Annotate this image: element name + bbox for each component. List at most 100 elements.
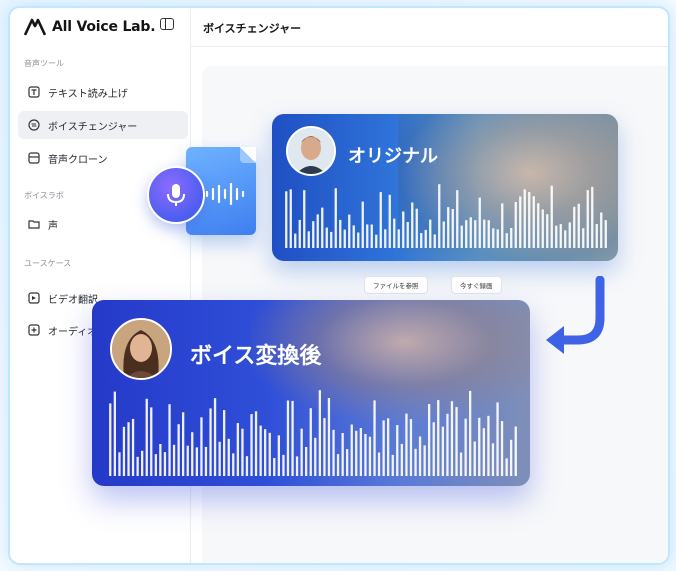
waveform-bar <box>348 214 351 248</box>
waveform-bar <box>474 220 477 248</box>
waveform-bar <box>254 411 258 476</box>
waveform-bar <box>298 219 301 248</box>
waveform-bar <box>546 214 549 248</box>
waveform-bar <box>332 429 335 476</box>
waveform-bar <box>373 400 376 476</box>
waveform-bar <box>483 219 486 248</box>
original-card-title: オリジナル <box>348 146 438 167</box>
waveform-bar <box>428 404 431 476</box>
voice-clone-icon <box>28 152 40 164</box>
waveform-bar <box>227 438 230 476</box>
waveform-bar <box>447 207 450 248</box>
waveform-bar <box>541 209 544 248</box>
record-now-button[interactable]: 今すぐ録画 <box>451 276 502 294</box>
waveform-bar <box>424 229 427 248</box>
waveform-bar <box>377 452 381 476</box>
waveform-bar <box>528 192 531 248</box>
voice-changer-icon <box>28 119 40 131</box>
waveform-bar <box>350 424 353 476</box>
waveform-bar <box>464 418 467 476</box>
sidebar-item-label: 音声クローン <box>48 154 108 166</box>
waveform-bar <box>482 428 485 476</box>
waveform-bar <box>330 231 333 248</box>
waveform-bar <box>352 225 355 248</box>
waveform-bar <box>223 410 226 476</box>
video-translate-icon <box>28 292 40 304</box>
waveform-bar <box>455 407 458 476</box>
waveform-bar <box>514 202 517 248</box>
waveform-bar <box>368 436 372 476</box>
file-waveform-icon <box>205 182 245 206</box>
waveform-bar <box>145 398 148 476</box>
sidebar-item-voice-clone[interactable]: 音声クローン <box>18 144 188 172</box>
waveform-bar <box>491 443 495 476</box>
top-bar: ボイスチェンジャー <box>191 8 668 47</box>
convert-arrow-icon <box>546 276 605 354</box>
waveform-bar <box>154 454 157 476</box>
waveform-bar <box>501 203 504 248</box>
waveform-bar <box>600 212 603 248</box>
waveform-bar <box>209 408 212 476</box>
waveform-bar <box>109 403 112 476</box>
converted-card-title: ボイス変換後 <box>190 344 322 369</box>
brand: All Voice Lab. <box>24 18 156 36</box>
waveform-bar <box>136 456 139 476</box>
microphone-icon <box>147 166 205 224</box>
waveform-bar <box>364 434 367 476</box>
waveform-bar <box>336 454 340 476</box>
waveform-bar <box>415 208 418 248</box>
waveform-bar <box>264 429 267 476</box>
waveform-bar <box>366 224 369 248</box>
waveform-bar <box>442 221 445 248</box>
waveform-bar <box>168 404 171 476</box>
sidebar-item-label: テキスト読み上げ <box>48 88 128 100</box>
browse-file-button[interactable]: ファイルを参照 <box>364 276 428 294</box>
waveform-bar <box>559 224 562 248</box>
waveform-bar <box>200 417 203 476</box>
waveform-bar <box>478 417 481 476</box>
waveform-bar <box>433 234 436 248</box>
waveform-bar <box>359 428 362 476</box>
converted-voice-card: ボイス変換後 <box>92 300 530 486</box>
waveform-bar <box>186 445 189 476</box>
sidebar-item-text-to-speech[interactable]: テキスト読み上げ <box>18 78 188 106</box>
waveform-bar <box>550 185 553 248</box>
waveform-bar <box>420 233 423 248</box>
sidebar-item-voice-changer[interactable]: ボイスチェンジャー <box>18 111 188 139</box>
sidebar-item-label: ボイスチェンジャー <box>48 121 138 133</box>
waveform-bar <box>400 443 403 476</box>
waveform-bar <box>346 449 349 476</box>
waveform-bar <box>496 402 499 476</box>
waveform-bar <box>282 454 285 476</box>
waveform-bar <box>273 458 276 476</box>
waveform-bar <box>268 432 271 476</box>
waveform-bar <box>478 197 481 248</box>
waveform-bar <box>397 229 400 248</box>
waveform-bar <box>537 203 540 248</box>
original-waveform <box>285 184 607 248</box>
waveform-bar <box>487 415 490 476</box>
waveform-bar <box>118 452 121 476</box>
waveform-bar <box>177 424 180 476</box>
page-title: ボイスチェンジャー <box>203 22 302 35</box>
female-avatar <box>110 318 172 380</box>
waveform-bar <box>396 425 399 476</box>
waveform-bar <box>469 217 472 248</box>
waveform-bar <box>437 400 440 476</box>
waveform-bar <box>555 225 558 248</box>
waveform-bar <box>182 412 185 476</box>
waveform-bar <box>514 426 517 476</box>
section-label-use-cases: ユースケース <box>24 259 72 268</box>
waveform-bar <box>305 447 308 476</box>
waveform-bar <box>586 190 589 248</box>
waveform-bar <box>259 425 262 476</box>
waveform-bar <box>355 430 358 476</box>
waveform-bar <box>218 441 221 476</box>
waveform-bar <box>595 224 598 248</box>
sidebar-toggle-icon[interactable] <box>160 18 174 30</box>
waveform-bar <box>456 190 459 248</box>
sidebar-item-label: ビデオ翻訳 <box>48 294 98 306</box>
waveform-bar <box>191 432 194 476</box>
waveform-bar <box>409 419 413 476</box>
waveform-bar <box>232 453 235 476</box>
